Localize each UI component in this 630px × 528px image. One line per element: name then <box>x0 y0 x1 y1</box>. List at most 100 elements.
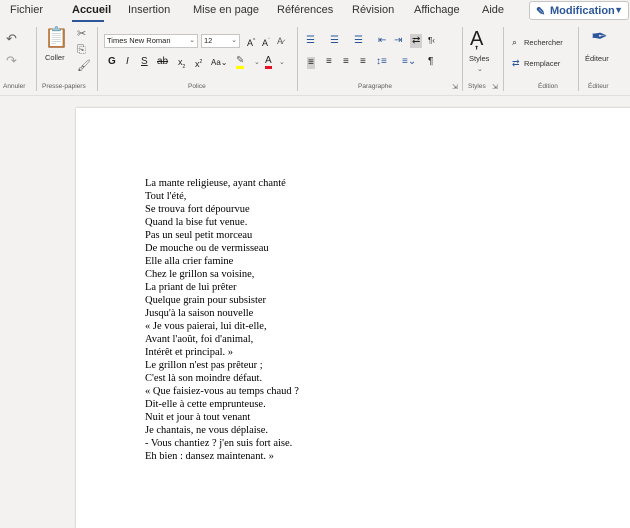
editor-label: Éditeur <box>585 54 609 63</box>
tab-references[interactable]: Références <box>277 4 333 16</box>
chevron-down-icon[interactable]: ⌄ <box>279 58 285 68</box>
styles-label: Styles <box>469 54 490 63</box>
line-spacing-icon[interactable]: ↕≡ <box>376 57 387 67</box>
document-line[interactable]: Eh bien : dansez maintenant. » <box>145 450 299 463</box>
chevron-down-icon[interactable]: ⌄ <box>254 58 260 68</box>
bold-icon[interactable]: G <box>108 57 116 67</box>
strikethrough-icon[interactable]: ab <box>157 57 168 67</box>
chevron-down-icon: ⌄ <box>189 37 195 44</box>
paragraph-spacing-icon[interactable]: ≡⌄ <box>402 57 416 67</box>
subscript-icon[interactable]: x2 <box>178 57 185 72</box>
document-line[interactable]: Dit-elle à cette emprunteuse. <box>145 398 299 411</box>
dialog-launcher-icon[interactable]: ⇲ <box>452 83 458 91</box>
document-line[interactable]: La mante religieuse, ayant chanté <box>145 177 299 190</box>
font-size-value: 12 <box>204 36 213 45</box>
pencil-icon: ✎ <box>536 6 546 18</box>
tab-fichier[interactable]: Fichier <box>10 4 43 16</box>
styles-icon[interactable]: A͎ <box>470 29 483 49</box>
multilevel-list-icon[interactable]: ☰ <box>354 36 363 46</box>
editing-mode-label: Modification <box>550 5 615 17</box>
tab-insertion[interactable]: Insertion <box>128 4 170 16</box>
group-label-editor: Éditeur <box>588 83 609 90</box>
align-right-icon[interactable]: ≡ <box>343 57 349 67</box>
cut-icon[interactable]: ✂ <box>77 29 86 40</box>
active-tab-indicator <box>72 20 104 22</box>
replace-icon[interactable]: ⇄ <box>512 58 520 68</box>
document-line[interactable]: Pas un seul petit morceau <box>145 229 299 242</box>
highlight-icon[interactable]: ✎ <box>236 56 245 69</box>
undo-icon[interactable]: ↶ <box>6 32 17 45</box>
document-line[interactable]: De mouche ou de vermisseau <box>145 242 299 255</box>
ribbon-tabs: Fichier Accueil Insertion Mise en page R… <box>0 0 630 22</box>
tab-accueil[interactable]: Accueil <box>72 4 111 16</box>
clear-formatting-icon[interactable]: A̷ <box>277 36 283 46</box>
document-line[interactable]: Quand la bise fut venue. <box>145 216 299 229</box>
group-label-font: Police <box>188 83 206 90</box>
document-line[interactable]: Tout l'été, <box>145 190 299 203</box>
justify-icon[interactable]: ≡ <box>360 57 366 67</box>
group-label-undo: Annuler <box>3 83 26 90</box>
tab-aide[interactable]: Aide <box>482 4 504 16</box>
align-center-icon[interactable]: ≡ <box>326 57 332 67</box>
font-size-select[interactable]: 12 ⌄ <box>201 34 240 48</box>
ribbon: ↶ ↷ Annuler 📋 Coller ✂ ⎘ 🖌 Presse-papier… <box>0 23 630 96</box>
document-body[interactable]: La mante religieuse, ayant chanté Tout l'… <box>145 177 299 463</box>
document-line[interactable]: Jusqu'à la saison nouvelle <box>145 307 299 320</box>
document-line[interactable]: Chez le grillon sa voisine, <box>145 268 299 281</box>
change-case-icon[interactable]: Aa⌄ <box>211 58 228 68</box>
search-icon[interactable]: ⌕ <box>512 37 517 47</box>
chevron-down-icon: ⌄ <box>231 37 237 44</box>
tab-mise-en-page[interactable]: Mise en page <box>193 4 259 16</box>
dialog-launcher-icon[interactable]: ⇲ <box>492 83 498 91</box>
document-line[interactable]: Quelque grain pour subsister <box>145 294 299 307</box>
tab-revision[interactable]: Révision <box>352 4 394 16</box>
font-color-icon[interactable]: A <box>265 56 272 69</box>
document-line[interactable]: « Je vous paierai, lui dit-elle, <box>145 320 299 333</box>
format-painter-icon[interactable]: 🖌 <box>77 61 91 72</box>
font-name-value: Times New Roman <box>107 36 171 45</box>
document-line[interactable]: C'est là son moindre défaut. <box>145 372 299 385</box>
group-separator <box>97 27 98 91</box>
increase-indent-icon[interactable]: ⇥ <box>394 36 402 46</box>
document-line[interactable]: Intérêt et principal. » <box>145 346 299 359</box>
document-line[interactable]: Le grillon n'est pas prêteur ; <box>145 359 299 372</box>
numbering-icon[interactable]: ☰ <box>330 36 339 46</box>
align-left-icon[interactable]: ≡ <box>307 57 315 69</box>
document-line[interactable]: Nuit et jour à tout venant <box>145 411 299 424</box>
font-name-select[interactable]: Times New Roman ⌄ <box>104 34 198 48</box>
italic-icon[interactable]: I <box>126 57 129 67</box>
text-direction-icon[interactable]: ⇄ <box>410 34 423 48</box>
shrink-font-icon[interactable]: Aˇ <box>262 36 270 48</box>
decrease-indent-icon[interactable]: ⇤ <box>378 36 386 46</box>
document-line[interactable]: - Vous chantiez ? j'en suis fort aise. <box>145 437 299 450</box>
document-line[interactable]: « Que faisiez-vous au temps chaud ? <box>145 385 299 398</box>
redo-icon[interactable]: ↷ <box>6 54 17 67</box>
tab-affichage[interactable]: Affichage <box>414 4 460 16</box>
document-line[interactable]: La priant de lui prêter <box>145 281 299 294</box>
document-line[interactable]: Avant l'août, foi d'animal, <box>145 333 299 346</box>
document-line[interactable]: Je chantais, ne vous déplaise. <box>145 424 299 437</box>
group-separator <box>578 27 579 91</box>
editing-mode-button[interactable]: ✎ Modification ▼ <box>529 1 629 20</box>
superscript-icon[interactable]: x2 <box>195 57 202 69</box>
replace-label[interactable]: Remplacer <box>524 59 560 68</box>
document-canvas[interactable]: La mante religieuse, ayant chanté Tout l'… <box>0 96 630 528</box>
grow-font-icon[interactable]: A^ <box>247 36 255 48</box>
group-label-clipboard: Presse-papiers <box>42 83 86 90</box>
document-line[interactable]: Se trouva fort dépourvue <box>145 203 299 216</box>
underline-icon[interactable]: S <box>141 57 148 67</box>
rtl-icon[interactable]: ¶‹ <box>428 36 435 46</box>
chevron-down-icon: ▼ <box>614 5 623 15</box>
search-label[interactable]: Rechercher <box>524 38 563 47</box>
document-line[interactable]: Elle alla crier famine <box>145 255 299 268</box>
copy-icon[interactable]: ⎘ <box>77 45 86 56</box>
paste-icon[interactable]: 📋 <box>44 28 69 48</box>
group-label-paragraph: Paragraphe <box>358 83 392 90</box>
bullets-icon[interactable]: ☰ <box>306 36 315 46</box>
editor-pen-icon[interactable]: ✒ <box>591 27 608 47</box>
chevron-down-icon[interactable]: ⌄ <box>477 65 483 75</box>
show-formatting-icon[interactable]: ¶ <box>428 57 433 67</box>
paste-label: Coller <box>45 53 65 62</box>
document-page[interactable]: La mante religieuse, ayant chanté Tout l'… <box>76 108 630 528</box>
group-label-edit: Édition <box>538 83 558 90</box>
